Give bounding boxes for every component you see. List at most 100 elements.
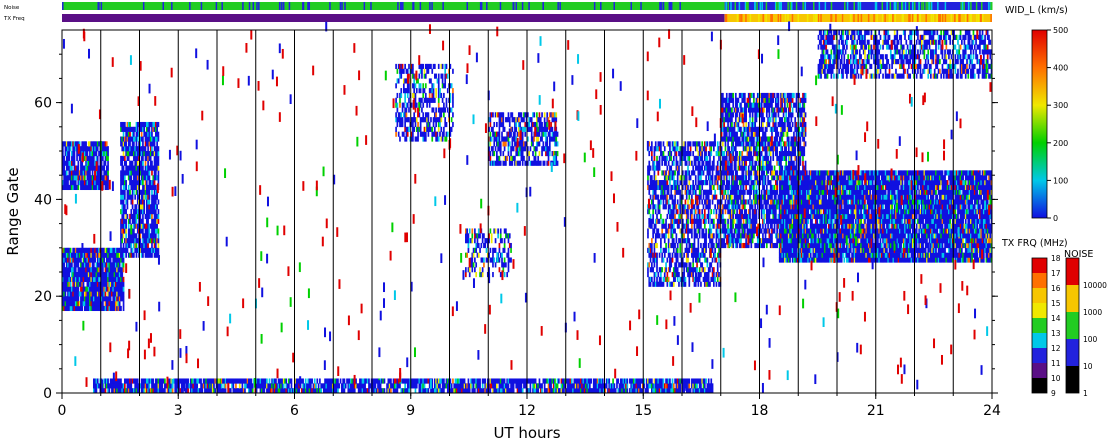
echo-cell (452, 88, 454, 94)
noise-bar-tick (288, 2, 291, 10)
echo-cell (703, 383, 706, 389)
echo-cell (693, 213, 696, 220)
echo-cell (121, 252, 124, 258)
echo-cell (498, 242, 501, 249)
echo-cell (466, 252, 468, 258)
echo-cell (543, 117, 546, 123)
echo-cell (148, 383, 151, 389)
echo-cell (679, 238, 682, 244)
txfreq-bar-segment (62, 14, 725, 22)
echo-cell (514, 131, 516, 137)
echo-cell (440, 92, 443, 99)
echo-cell (437, 126, 440, 132)
txfreq-bar-tick (919, 14, 921, 22)
echo-cell (538, 141, 541, 147)
txfreq-bar-tick (849, 14, 852, 22)
echo-cell (508, 141, 511, 147)
echo-cell (715, 257, 718, 263)
echo-cell (319, 378, 321, 384)
echo-cell (489, 117, 492, 123)
echo-cell (647, 180, 649, 186)
echo-cell (412, 63, 414, 70)
echo-cell (701, 209, 704, 215)
echo-cell (126, 213, 129, 220)
echo-cell (71, 165, 73, 171)
txfreq-bar-tick (981, 14, 984, 22)
echo-cell (676, 267, 679, 273)
echo-cell (556, 141, 559, 147)
echo-cell (414, 121, 417, 128)
echo-cell (523, 155, 525, 161)
noise-bar-tick (557, 2, 559, 10)
echo-cell (103, 257, 106, 263)
echo-cell (492, 126, 494, 132)
echo-cell (157, 233, 160, 239)
echo-cell (499, 160, 502, 166)
echo-cell (658, 204, 661, 210)
echo-cell (151, 146, 153, 152)
echo-cell (669, 180, 671, 186)
echo-cell (674, 194, 676, 200)
echo-cell (401, 121, 404, 128)
noise-bar-tick (512, 2, 515, 10)
echo-cell (689, 175, 692, 181)
echo-cell (406, 68, 409, 74)
echo-cell (648, 151, 651, 157)
echo-cell (698, 276, 701, 282)
echo-cell (142, 155, 144, 161)
echo-cell (702, 204, 705, 210)
echo-cell (692, 165, 695, 171)
echo-cell (688, 155, 691, 161)
echo-cell (709, 213, 711, 220)
echo-cell (507, 247, 510, 253)
echo-cell (541, 112, 543, 118)
echo-cell (156, 194, 158, 200)
echo-cell (421, 68, 423, 74)
echo-cell (529, 383, 532, 389)
echo-cell (696, 233, 698, 239)
echo-cell (472, 383, 475, 389)
echo-cell (310, 383, 312, 389)
echo-cell (157, 170, 160, 176)
echo-cell (716, 160, 719, 166)
echo-cell (679, 209, 682, 215)
noise-bar-tick (189, 2, 191, 10)
echo-cell (666, 180, 669, 186)
txfreq-bar-tick (925, 14, 927, 22)
echo-cell (687, 184, 689, 191)
echo-cell (440, 126, 443, 132)
echo-cell (125, 209, 127, 215)
echo-cell (497, 233, 499, 239)
noise-bar-tick (499, 2, 502, 10)
echo-cell (401, 107, 404, 113)
echo-cell (601, 378, 604, 384)
echo-cell (275, 378, 277, 384)
echo-cell (534, 155, 537, 161)
echo-cell (421, 107, 423, 113)
echo-cell (437, 63, 440, 70)
echo-cell (435, 92, 437, 99)
txfreq-bar-tick (990, 14, 992, 22)
echo-cell (550, 383, 552, 389)
echo-cell (124, 383, 126, 389)
echo-cell (107, 180, 109, 186)
noise-bar-tick (258, 2, 260, 10)
echo-cell (520, 112, 523, 118)
noise-bar-tick (613, 2, 615, 10)
echo-cell (652, 218, 654, 224)
echo-cell (698, 141, 701, 147)
echo-cell (698, 199, 701, 205)
echo-cell (709, 155, 711, 161)
echo-cell (501, 238, 503, 244)
echo-cell (679, 204, 682, 210)
echo-cell (701, 141, 704, 147)
echo-cell (508, 121, 511, 128)
echo-cell (414, 83, 417, 89)
echo-cell (304, 378, 307, 384)
echo-cell (519, 121, 521, 128)
echo-cell (510, 257, 512, 263)
echo-cell (665, 170, 667, 176)
echo-cell (528, 155, 530, 161)
echo-cell (432, 121, 435, 128)
echo-cell (147, 160, 149, 166)
